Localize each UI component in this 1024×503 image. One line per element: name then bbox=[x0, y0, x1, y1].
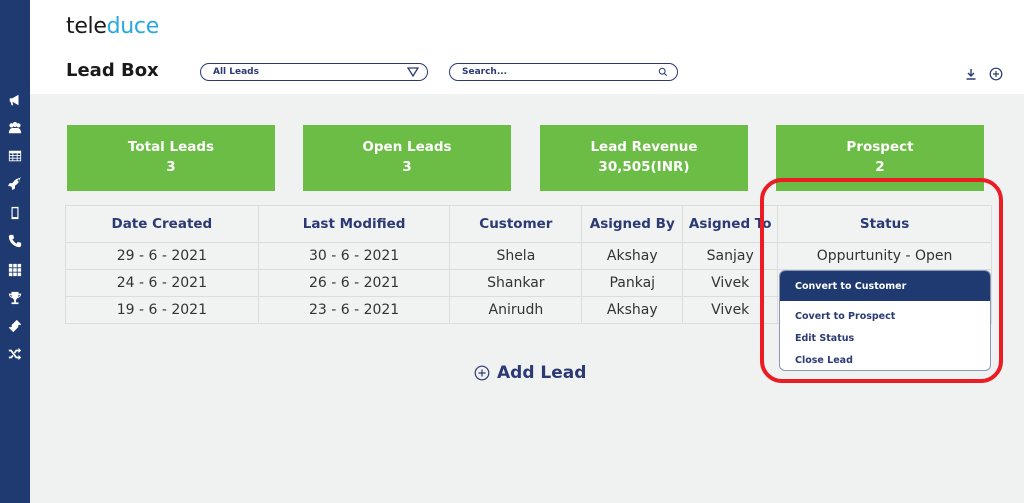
status-dropdown-menu: Convert to Customer Covert to Prospect E… bbox=[779, 270, 991, 371]
page-title: Lead Box bbox=[66, 60, 159, 81]
rocket-icon[interactable] bbox=[7, 176, 23, 192]
megaphone-icon[interactable] bbox=[7, 92, 23, 108]
users-icon[interactable] bbox=[7, 120, 23, 136]
card-value: 3 bbox=[402, 159, 412, 175]
cell-customer: Anirudh bbox=[449, 296, 583, 324]
card-label: Prospect bbox=[846, 139, 914, 155]
card-total-leads: Total Leads 3 bbox=[67, 125, 275, 191]
table-header-row: Date Created Last Modified Customer Asig… bbox=[65, 205, 992, 243]
cell-last-modified: 30 - 6 - 2021 bbox=[257, 242, 451, 270]
download-button[interactable] bbox=[964, 66, 978, 80]
plus-circle-icon bbox=[989, 67, 1003, 81]
search-input[interactable]: Search... bbox=[449, 63, 678, 81]
grid-icon[interactable] bbox=[7, 262, 23, 278]
card-open-leads: Open Leads 3 bbox=[303, 125, 511, 191]
ticket-icon[interactable] bbox=[7, 318, 23, 334]
column-header-assigned-by[interactable]: Asigned By bbox=[581, 205, 684, 243]
card-value: 2 bbox=[875, 159, 885, 175]
menu-item-close-lead[interactable]: Close Lead bbox=[780, 349, 990, 370]
cell-date-created: 24 - 6 - 2021 bbox=[65, 269, 259, 297]
sidebar bbox=[0, 0, 30, 503]
logo: teleduce bbox=[66, 14, 159, 39]
cell-assigned-to: Vivek bbox=[682, 269, 779, 297]
header: teleduce Lead Box All Leads Search... bbox=[30, 0, 1024, 94]
table-icon[interactable] bbox=[7, 148, 23, 164]
cell-assigned-to: Vivek bbox=[682, 296, 779, 324]
column-header-status[interactable]: Status bbox=[777, 205, 992, 243]
cell-last-modified: 26 - 6 - 2021 bbox=[257, 269, 451, 297]
search-icon[interactable] bbox=[657, 67, 669, 77]
lead-filter-select[interactable]: All Leads bbox=[200, 63, 428, 81]
column-header-last-modified[interactable]: Last Modified bbox=[257, 205, 451, 243]
card-label: Total Leads bbox=[127, 139, 215, 155]
card-label: Open Leads bbox=[362, 139, 452, 155]
logo-text-tele: tele bbox=[66, 14, 107, 39]
mobile-icon[interactable] bbox=[7, 205, 23, 221]
cell-date-created: 29 - 6 - 2021 bbox=[65, 242, 259, 270]
cell-assigned-to: Sanjay bbox=[682, 242, 779, 270]
card-value: 3 bbox=[166, 159, 176, 175]
download-icon bbox=[966, 69, 976, 80]
column-header-assigned-to[interactable]: Asigned To bbox=[682, 205, 779, 243]
search-placeholder: Search... bbox=[462, 67, 508, 77]
column-header-customer[interactable]: Customer bbox=[449, 205, 583, 243]
menu-item-convert-to-customer[interactable]: Convert to Customer bbox=[780, 271, 990, 301]
menu-item-edit-status[interactable]: Edit Status bbox=[780, 327, 990, 349]
add-button[interactable] bbox=[989, 66, 1003, 81]
cell-assigned-by: Pankaj bbox=[581, 269, 684, 297]
add-lead-button[interactable]: Add Lead bbox=[474, 363, 586, 383]
cell-status[interactable]: Oppurtunity - Open bbox=[777, 242, 992, 270]
cell-assigned-by: Akshay bbox=[581, 296, 684, 324]
card-label: Lead Revenue bbox=[590, 139, 698, 155]
triangle-down-icon bbox=[407, 67, 419, 77]
cell-customer: Shankar bbox=[449, 269, 583, 297]
add-lead-label: Add Lead bbox=[497, 363, 587, 383]
plus-circle-icon bbox=[474, 365, 490, 381]
card-value: 30,505(INR) bbox=[598, 159, 690, 175]
cell-last-modified: 23 - 6 - 2021 bbox=[257, 296, 451, 324]
logo-text-duce: duce bbox=[106, 14, 160, 39]
cell-date-created: 19 - 6 - 2021 bbox=[65, 296, 259, 324]
cell-customer: Shela bbox=[449, 242, 583, 270]
table-row[interactable]: 29 - 6 - 2021 30 - 6 - 2021 Shela Akshay… bbox=[65, 242, 992, 270]
column-header-date-created[interactable]: Date Created bbox=[65, 205, 259, 243]
lead-filter-value: All Leads bbox=[213, 67, 259, 77]
menu-item-convert-to-prospect[interactable]: Covert to Prospect bbox=[780, 305, 990, 327]
card-lead-revenue: Lead Revenue 30,505(INR) bbox=[540, 125, 748, 191]
shuffle-icon[interactable] bbox=[7, 346, 23, 362]
phone-icon[interactable] bbox=[7, 233, 23, 249]
card-prospect: Prospect 2 bbox=[776, 125, 984, 191]
trophy-icon[interactable] bbox=[7, 290, 23, 306]
cell-assigned-by: Akshay bbox=[581, 242, 684, 270]
